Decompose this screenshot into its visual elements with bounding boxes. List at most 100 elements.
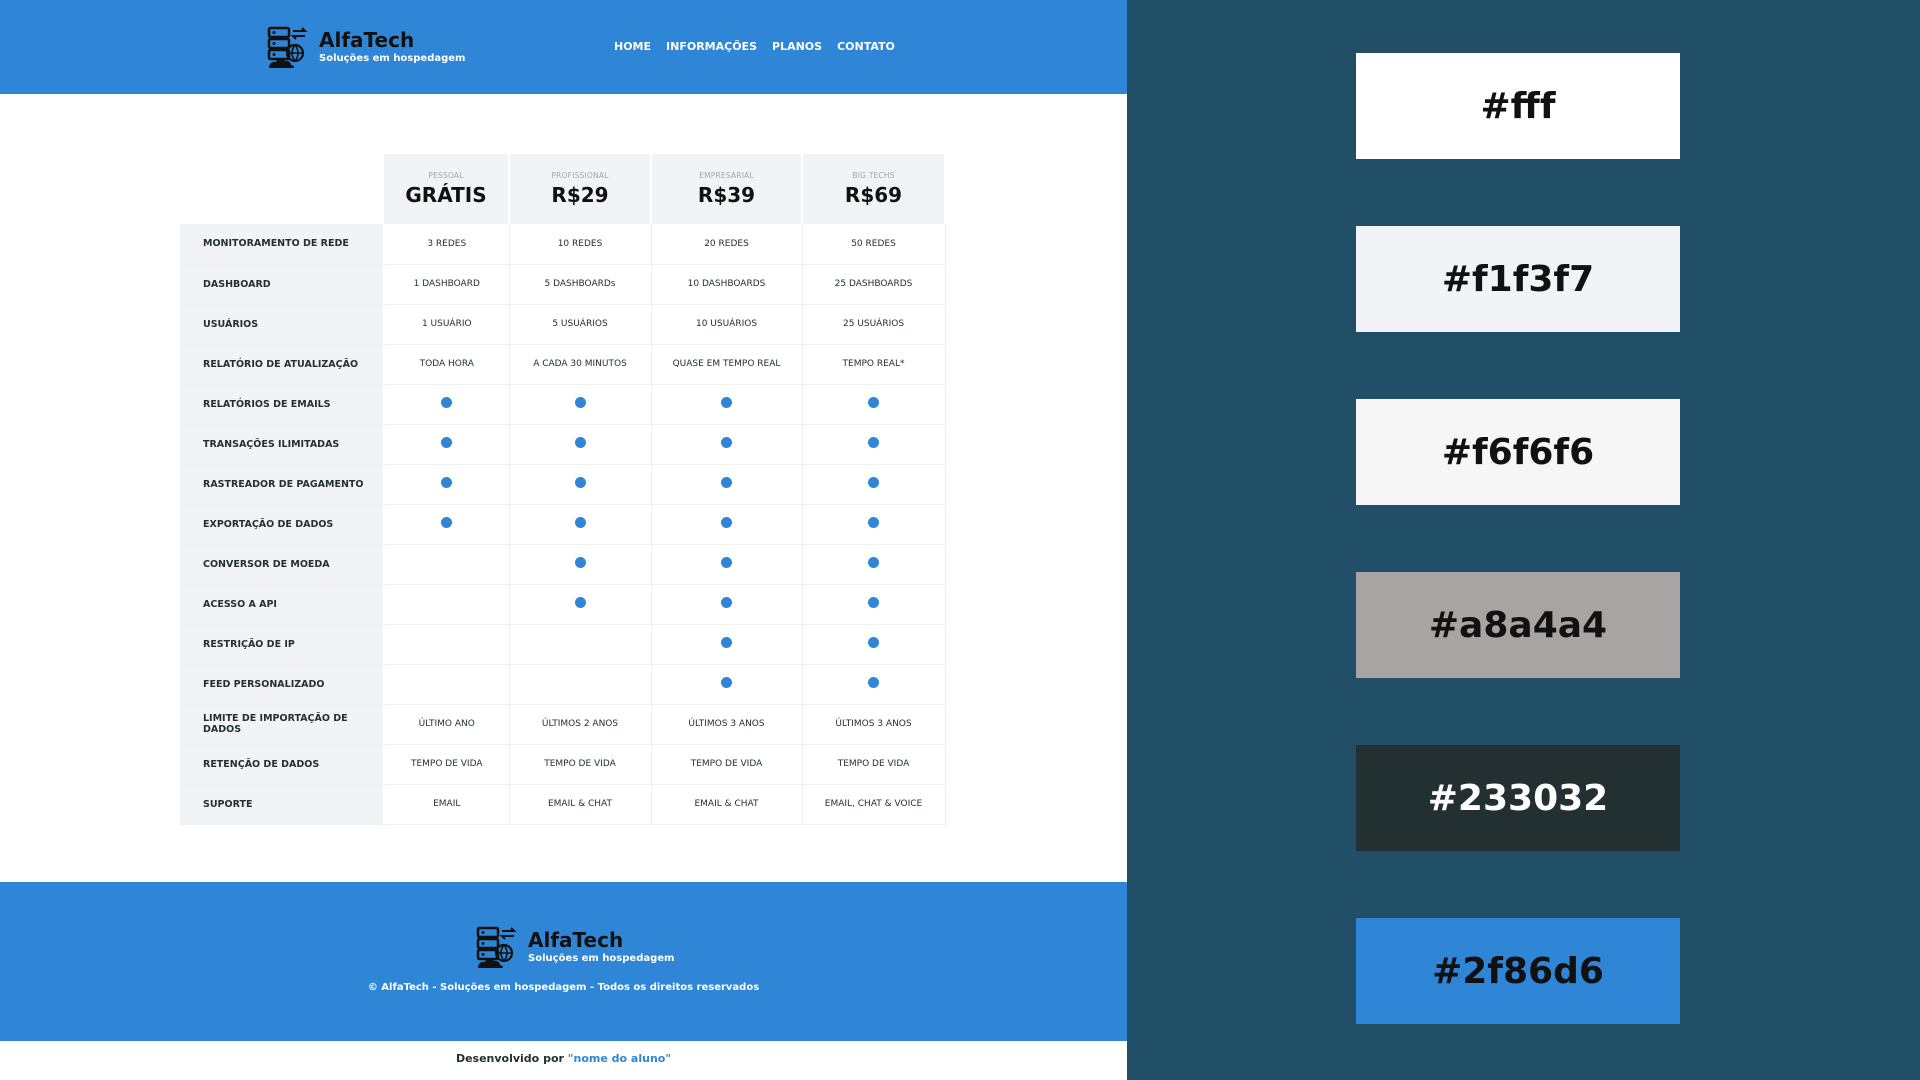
color-swatch: #f6f6f6 (1356, 399, 1680, 505)
included-dot-icon (441, 397, 453, 408)
feature-cell (651, 384, 803, 425)
table-corner (180, 154, 384, 224)
included-dot-icon (868, 517, 879, 528)
feature-value: 5 DASHBOARDs (509, 264, 652, 305)
feature-value: EMAIL & CHAT (651, 784, 803, 825)
feature-cell (651, 424, 803, 465)
feature-value: TODA HORA (384, 344, 510, 385)
feature-label: LIMITE DE IMPORTAÇÃO DE DADOS (180, 704, 385, 745)
feature-value: EMAIL (384, 784, 510, 825)
nav-informacoes[interactable]: INFORMAÇÕES (666, 40, 757, 53)
color-palette: #fff #f1f3f7 #f6f6f6 #a8a4a4 #233032 #2f86d6 (1356, 53, 1680, 1080)
feature-value: EMAIL, CHAT & VOICE (802, 784, 946, 825)
included-dot-icon (868, 637, 879, 648)
included-dot-icon (574, 557, 586, 568)
feature-label: RETENÇÃO DE DADOS (180, 744, 385, 785)
included-dot-icon (868, 557, 879, 568)
footer-brand[interactable]: AlfaTech Soluções em hospedagem (474, 924, 674, 970)
plan-tier: PESSOAL (428, 171, 464, 180)
feature-value: ÚLTIMOS 2 ANOS (509, 704, 652, 745)
color-swatch: #f1f3f7 (1356, 226, 1680, 332)
feature-value: ÚLTIMO ANO (384, 704, 510, 745)
feature-value: TEMPO REAL* (802, 344, 946, 385)
feature-value: 10 USUÁRIOS (651, 304, 803, 345)
feature-value: QUASE EM TEMPO REAL (651, 344, 803, 385)
feature-label: SUPORTE (180, 784, 385, 825)
nav-planos[interactable]: PLANOS (772, 40, 822, 53)
feature-value: A CADA 30 MINUTOS (509, 344, 652, 385)
pricing-table: PESSOAL GRÁTIS PROFISSIONAL R$29 EMPRESA… (180, 154, 946, 825)
feature-value: TEMPO DE VIDA (802, 744, 946, 785)
table-row: SUPORTE EMAIL EMAIL & CHAT EMAIL & CHAT EMAI… (180, 784, 946, 825)
feature-cell (802, 664, 946, 705)
included-dot-icon (574, 397, 586, 408)
feature-cell (384, 464, 510, 505)
feature-label: ACESSO A API (180, 584, 385, 625)
plan-tier: EMPRESARIAL (699, 171, 754, 180)
feature-label: RASTREADOR DE PAGAMENTO (180, 464, 385, 505)
feature-value: 3 REDES (384, 224, 510, 265)
feature-cell (802, 424, 946, 465)
feature-cell (384, 584, 510, 625)
header-brand[interactable]: AlfaTech Soluções em hospedagem (265, 24, 465, 70)
feature-value: TEMPO DE VIDA (384, 744, 510, 785)
plan-header-empresarial: EMPRESARIAL R$39 (651, 154, 803, 224)
feature-value: TEMPO DE VIDA (651, 744, 803, 785)
brand-tagline: Soluções em hospedagem (528, 953, 675, 964)
plan-price: R$39 (697, 183, 756, 207)
brand-name: AlfaTech (319, 28, 415, 52)
feature-cell (509, 424, 652, 465)
feature-cell (802, 544, 946, 585)
site-footer: AlfaTech Soluções em hospedagem © AlfaTe… (0, 882, 1127, 1041)
plan-header-profissional: PROFISSIONAL R$29 (509, 154, 652, 224)
feature-cell (651, 504, 803, 545)
feature-cell (651, 544, 803, 585)
color-swatch: #a8a4a4 (1356, 572, 1680, 678)
plan-price: R$29 (551, 183, 609, 207)
included-dot-icon (868, 437, 879, 448)
feature-label: DASHBOARD (180, 264, 385, 305)
feature-value: 10 DASHBOARDS (651, 264, 803, 305)
brand-tagline: Soluções em hospedagem (319, 53, 466, 64)
color-swatch: #2f86d6 (1356, 918, 1680, 1024)
nav-contato[interactable]: CONTATO (837, 40, 895, 53)
server-cloud-icon (476, 926, 517, 968)
feature-value: 25 DASHBOARDS (802, 264, 946, 305)
feature-value: 25 USUÁRIOS (802, 304, 946, 345)
feature-value: ÚLTIMOS 3 ANOS (651, 704, 803, 745)
feature-cell (384, 624, 510, 665)
nav-home[interactable]: HOME (614, 40, 651, 53)
feature-label: RELATÓRIO DE ATUALIZAÇÃO (180, 344, 385, 385)
plan-price: GRÁTIS (405, 183, 487, 207)
feature-cell (802, 384, 946, 425)
table-row: TRANSAÇÕES ILIMITADAS (180, 424, 946, 465)
developer-prefix: Desenvolvido por (455, 1052, 564, 1065)
table-row: ACESSO A API (180, 584, 946, 625)
table-row: DASHBOARD 1 DASHBOARD 5 DASHBOARDs 10 DASHB… (180, 264, 946, 305)
included-dot-icon (441, 477, 453, 488)
feature-label: EXPORTAÇÃO DE DADOS (180, 504, 385, 545)
brand-name: AlfaTech (528, 928, 624, 952)
feature-cell (384, 384, 510, 425)
feature-value: 20 REDES (651, 224, 803, 265)
feature-cell (509, 624, 652, 665)
feature-cell (651, 624, 803, 665)
feature-value: 1 USUÁRIO (384, 304, 510, 345)
plan-header-pessoal: PESSOAL GRÁTIS (384, 154, 510, 224)
feature-label: RESTRIÇÃO DE IP (180, 624, 385, 665)
included-dot-icon (441, 517, 453, 528)
feature-value: 5 USUÁRIOS (509, 304, 652, 345)
table-row: RETENÇÃO DE DADOS TEMPO DE VIDA TEMPO DE V… (180, 744, 946, 785)
table-row: RELATÓRIO DE ATUALIZAÇÃO TODA HORA A CADA … (180, 344, 946, 385)
feature-cell (651, 464, 803, 505)
included-dot-icon (721, 597, 732, 608)
developer-name[interactable]: "nome do aluno" (568, 1052, 671, 1065)
website-mockup: AlfaTech Soluções em hospedagem HOME INF… (0, 0, 1127, 1080)
included-dot-icon (574, 437, 586, 448)
feature-label: TRANSAÇÕES ILIMITADAS (180, 424, 385, 465)
feature-value: ÚLTIMOS 3 ANOS (802, 704, 946, 745)
table-row: RESTRIÇÃO DE IP (180, 624, 946, 665)
feature-value: 1 DASHBOARD (384, 264, 510, 305)
feature-cell (802, 504, 946, 545)
table-row: LIMITE DE IMPORTAÇÃO DE DADOS ÚLTIMO ANO Ú… (180, 704, 946, 745)
